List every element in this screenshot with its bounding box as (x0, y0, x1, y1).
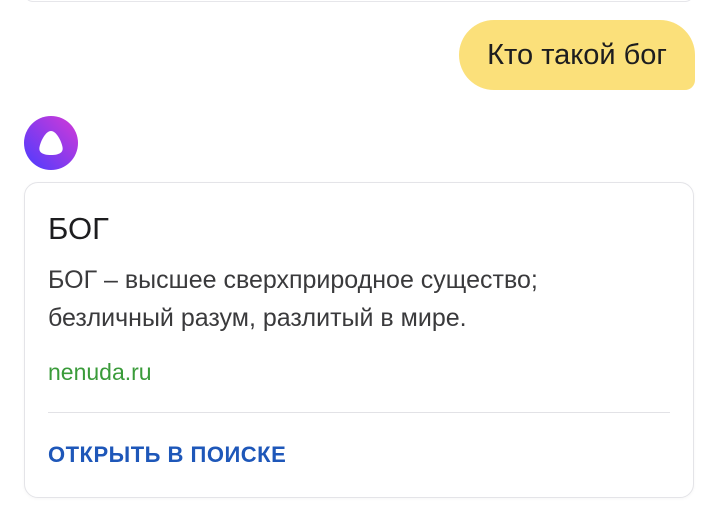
user-message-text: Кто такой бог (487, 38, 667, 71)
answer-card: БОГ БОГ – высшее сверхприродное существо… (24, 182, 694, 498)
card-title: БОГ (48, 211, 109, 246)
user-message-bubble: Кто такой бог (459, 20, 695, 90)
open-in-search-button[interactable]: ОТКРЫТЬ В ПОИСКЕ (48, 442, 286, 468)
alice-icon (24, 116, 78, 170)
card-description: БОГ – высшее сверхприродное существо; бе… (48, 266, 538, 332)
source-link[interactable]: nenuda.ru (48, 359, 152, 386)
previous-card (24, 0, 694, 2)
card-divider (48, 412, 670, 413)
chat-screen: Кто такой бог БОГ БОГ – высшее сверхприр… (0, 0, 715, 508)
